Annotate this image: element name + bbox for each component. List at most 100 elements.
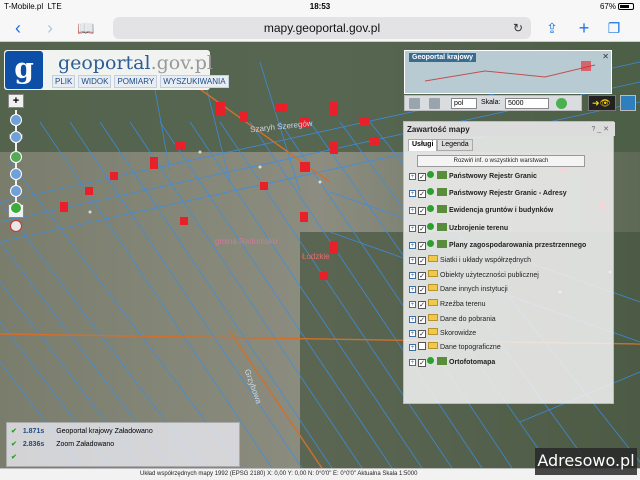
expand-icon[interactable]: +: [409, 344, 416, 351]
check-icon: ✔: [11, 441, 17, 448]
watermark: Adresowo.pl: [535, 448, 637, 475]
new-tab-icon[interactable]: +: [574, 18, 594, 38]
layer-checkbox[interactable]: ✓: [418, 190, 426, 198]
menu-plik[interactable]: PLIK: [52, 75, 76, 88]
info-icon[interactable]: [10, 202, 22, 214]
menu-wyszukiwania[interactable]: WYSZUKIWANIA: [160, 75, 229, 88]
layer-checkbox[interactable]: ✓: [418, 173, 426, 181]
browser-toolbar: ‹ › 📖 mapy.geoportal.gov.pl ↻ ⇪ + ❐: [0, 14, 640, 42]
load-status-panel: ✔ 1.871s Geoportal krajowy Załadowano ✔ …: [6, 422, 240, 467]
status-row: ✔ 1.871s Geoportal krajowy Załadowano: [11, 427, 153, 437]
folder-icon: [428, 284, 438, 291]
layer-checkbox[interactable]: ✓: [418, 316, 426, 324]
layers-tabs: Usługi Legenda: [408, 139, 473, 151]
layer-item[interactable]: + ✓ Uzbrojenie terenu: [409, 223, 508, 236]
expand-icon[interactable]: +: [409, 330, 416, 337]
reload-icon[interactable]: ↻: [513, 17, 523, 39]
expand-icon[interactable]: +: [409, 301, 416, 308]
apply-scale-button[interactable]: [556, 98, 567, 109]
clear-icon[interactable]: [10, 220, 22, 232]
layer-checkbox[interactable]: ✓: [418, 242, 426, 250]
layer-item[interactable]: + ✓ Skorowidze: [409, 328, 476, 341]
load-source: Geoportal krajowy: [56, 428, 113, 435]
layer-label: Państwowy Rejestr Granic: [449, 173, 537, 180]
eye-icon[interactable]: [620, 95, 636, 111]
tab-legenda[interactable]: Legenda: [437, 139, 473, 151]
next-view-icon[interactable]: [10, 185, 22, 197]
layer-checkbox[interactable]: ✓: [418, 330, 426, 338]
layer-label: Państwowy Rejestr Granic - Adresy: [449, 190, 567, 197]
expand-icon[interactable]: +: [409, 190, 416, 197]
expand-icon[interactable]: +: [409, 272, 416, 279]
geoportal-logo: g geoportal.gov.pl PLIK WIDOK POMIARY WY…: [4, 50, 229, 90]
expand-all-button[interactable]: Rozwiń inf. o wszystkich warstwach: [417, 155, 585, 167]
layer-item[interactable]: + ✓ Państwowy Rejestr Granic - Adresy: [409, 188, 567, 201]
layer-checkbox[interactable]: ✓: [418, 272, 426, 280]
back-icon[interactable]: ‹: [8, 18, 28, 38]
layer-item[interactable]: + ✓ Ewidencja gruntów i budynków: [409, 205, 553, 218]
load-time: 1.871s: [22, 428, 45, 435]
layer-checkbox[interactable]: ✓: [418, 286, 426, 294]
clock: 18:53: [309, 2, 331, 11]
layer-checkbox[interactable]: ✓: [418, 225, 426, 233]
layers-panel: Zawartość mapy ? _ ✕ Usługi Legenda Rozw…: [403, 121, 615, 404]
expand-icon[interactable]: +: [409, 359, 416, 366]
forward-icon[interactable]: ›: [40, 18, 60, 38]
tab-uslugi[interactable]: Usługi: [408, 139, 438, 151]
folder-icon: [428, 270, 438, 277]
layers-panel-title: Zawartość mapy: [404, 122, 615, 136]
expand-icon[interactable]: +: [409, 225, 416, 232]
layer-item[interactable]: + ✓ Rzeźba terenu: [409, 299, 486, 312]
load-state: Załadowano: [76, 441, 115, 448]
layer-label: Dane topograficzne: [440, 344, 501, 351]
url-text: mapy.geoportal.gov.pl: [263, 21, 381, 35]
print-icon[interactable]: [409, 98, 420, 109]
layer-item[interactable]: + ✓ Ortofotomapa: [409, 357, 495, 370]
status-row: ✔: [11, 453, 21, 463]
bookmarks-icon[interactable]: 📖: [76, 18, 96, 38]
scale-input[interactable]: 5000: [505, 98, 549, 109]
layer-item[interactable]: + Dane topograficzne: [409, 342, 501, 355]
layer-item[interactable]: + ✓ Dane do pobrania: [409, 314, 496, 327]
region-label: Łodzkie: [302, 252, 330, 261]
expand-icon[interactable]: +: [409, 207, 416, 214]
zoom-in-button[interactable]: +: [8, 94, 24, 108]
menu-widok[interactable]: WIDOK: [78, 75, 112, 88]
previous-view-icon[interactable]: [10, 168, 22, 180]
overview-map[interactable]: Geoportal krajowy ✕: [404, 50, 612, 94]
layer-checkbox[interactable]: ✓: [418, 257, 426, 265]
tabs-icon[interactable]: ❐: [604, 18, 624, 38]
layer-checkbox[interactable]: ✓: [418, 301, 426, 309]
menu-pomiary[interactable]: POMIARY: [114, 75, 158, 88]
projection-select[interactable]: pol: [451, 98, 477, 109]
share-icon[interactable]: ⇪: [542, 18, 562, 38]
expand-icon[interactable]: +: [409, 173, 416, 180]
expand-icon[interactable]: +: [409, 257, 416, 264]
layer-label: Dane do pobrania: [440, 316, 496, 323]
main-menu: PLIK WIDOK POMIARY WYSZUKIWANIA: [52, 75, 229, 88]
overview-thumbnail: [424, 61, 596, 82]
zoom-in-tool-icon[interactable]: [10, 114, 22, 126]
layer-item[interactable]: + ✓ Dane innych instytucji: [409, 284, 508, 297]
expand-icon[interactable]: +: [409, 316, 416, 323]
zoom-out-tool-icon[interactable]: [10, 131, 22, 143]
globe-icon[interactable]: [10, 151, 22, 163]
layer-checkbox[interactable]: ✓: [418, 207, 426, 215]
layer-checkbox[interactable]: ✓: [418, 359, 426, 367]
expand-icon[interactable]: +: [409, 286, 416, 293]
layer-item[interactable]: + ✓ Plany zagospodarowania przestrzennego: [409, 240, 586, 253]
battery-icon: [618, 3, 634, 10]
expand-icon[interactable]: +: [409, 242, 416, 249]
save-icon[interactable]: [429, 98, 440, 109]
url-bar[interactable]: mapy.geoportal.gov.pl ↻: [113, 17, 531, 39]
layer-item[interactable]: + ✓ Państwowy Rejestr Granic: [409, 171, 537, 184]
panel-window-icons[interactable]: ? _ ✕: [591, 125, 609, 133]
folder-icon: [428, 314, 438, 321]
layer-item[interactable]: + ✓ Siatki i układy współrzędnych: [409, 255, 531, 268]
layer-checkbox[interactable]: [418, 342, 426, 350]
preview-toggle-button[interactable]: ➜👁: [588, 95, 616, 111]
status-dot-icon: [427, 223, 434, 230]
layer-label: Plany zagospodarowania przestrzennego: [449, 242, 587, 249]
layer-label: Ewidencja gruntów i budynków: [449, 207, 554, 214]
layer-item[interactable]: + ✓ Obiekty użyteczności publicznej: [409, 270, 539, 283]
